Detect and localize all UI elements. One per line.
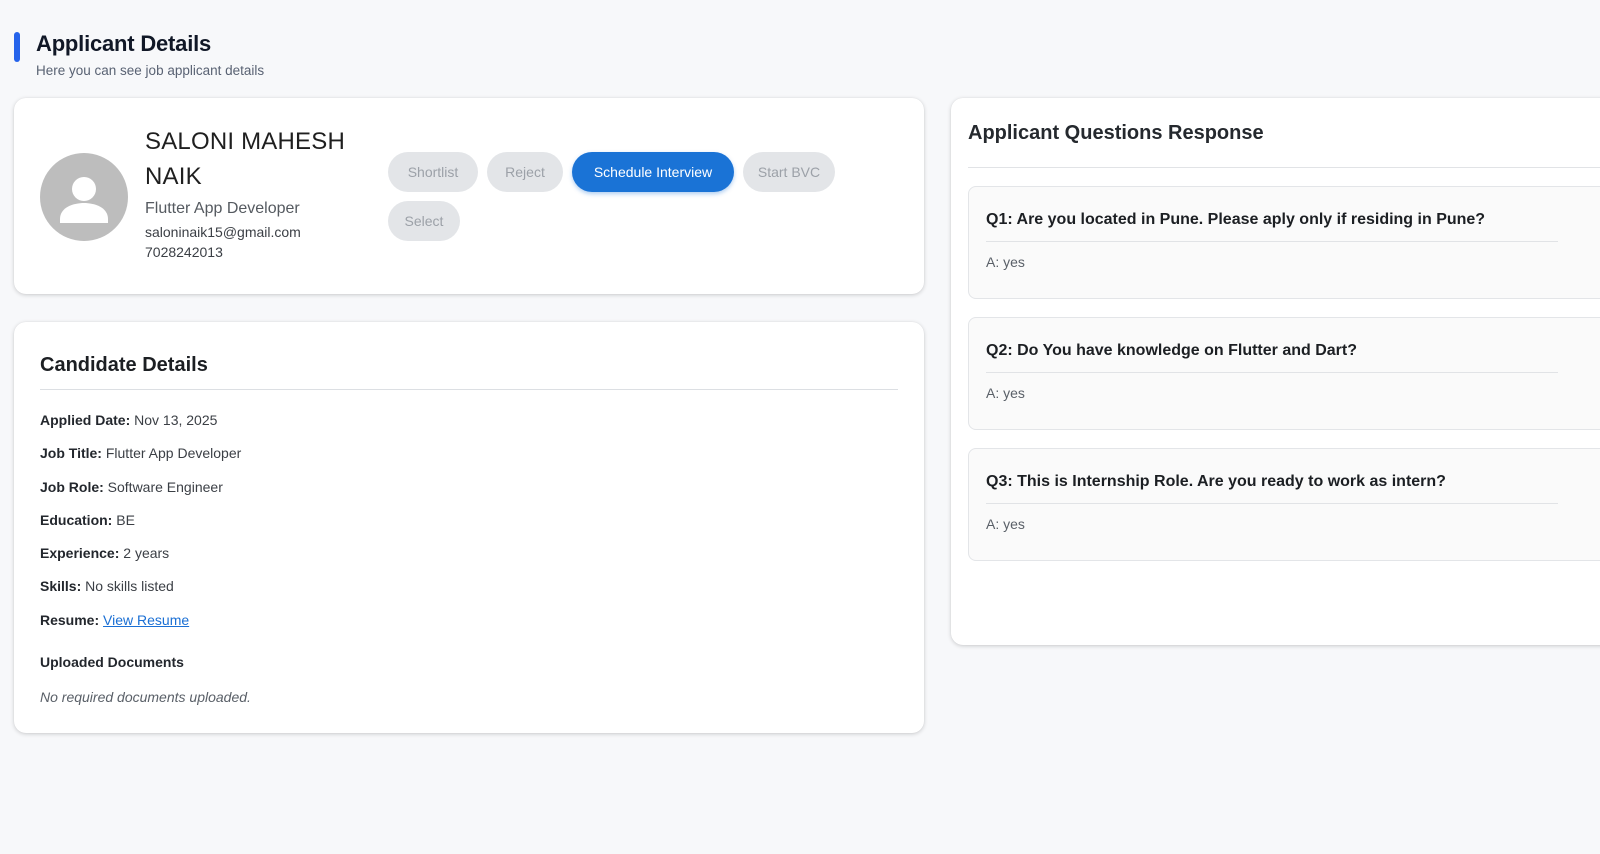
page-title: Applicant Details — [36, 31, 212, 56]
schedule-interview-button[interactable]: Schedule Interview — [572, 152, 734, 192]
page-subtitle: Here you can see job applicant details — [36, 63, 265, 78]
header-accent-bar — [14, 32, 20, 62]
view-resume-link[interactable]: View Resume — [103, 612, 189, 628]
skills-row: Skills: No skills listed — [40, 578, 174, 594]
field-label: Education: — [40, 512, 113, 528]
answer-text: A: yes — [986, 254, 1025, 270]
select-button[interactable]: Select — [388, 201, 460, 241]
applicant-profile-card: SALONI MAHESH NAIK Flutter App Developer… — [14, 98, 924, 294]
reject-button[interactable]: Reject — [487, 152, 563, 192]
applicant-details-page: Applicant Details Here you can see job a… — [0, 0, 1600, 854]
field-value: BE — [116, 512, 135, 528]
answer-text: A: yes — [986, 516, 1025, 532]
field-value: Flutter App Developer — [105, 445, 242, 461]
person-icon — [60, 177, 108, 223]
questions-heading: Applicant Questions Response — [968, 122, 1264, 144]
shortlist-button[interactable]: Shortlist — [388, 152, 478, 192]
resume-row: Resume: View Resume — [40, 612, 189, 628]
candidate-details-card: Candidate Details Applied Date: Nov 13, … — [14, 322, 924, 733]
job-role-row: Job Role: Software Engineer — [40, 479, 223, 495]
field-label: Skills: — [40, 578, 82, 594]
divider — [986, 241, 1558, 242]
divider — [986, 372, 1558, 373]
field-label: Resume: — [40, 612, 100, 628]
no-documents-message: No required documents uploaded. — [40, 689, 251, 705]
question-text: Q3: This is Internship Role. Are you rea… — [986, 473, 1446, 490]
questions-response-card: Applicant Questions Response Q1: Are you… — [951, 98, 1600, 645]
start-bvc-button[interactable]: Start BVC — [743, 152, 835, 192]
question-item: Q2: Do You have knowledge on Flutter and… — [968, 317, 1600, 430]
applicant-phone: 7028242013 — [145, 244, 223, 260]
question-item: Q1: Are you located in Pune. Please aply… — [968, 186, 1600, 299]
field-label: Job Title: — [40, 445, 102, 461]
question-text: Q1: Are you located in Pune. Please aply… — [986, 211, 1486, 228]
field-label: Experience: — [40, 545, 120, 561]
profile-info: SALONI MAHESH NAIK Flutter App Developer… — [145, 124, 360, 260]
candidate-details-heading: Candidate Details — [40, 354, 208, 376]
avatar — [40, 153, 128, 241]
field-label: Job Role: — [40, 479, 104, 495]
question-text: Q2: Do You have knowledge on Flutter and… — [986, 342, 1357, 359]
divider — [40, 389, 898, 390]
job-title-row: Job Title: Flutter App Developer — [40, 445, 241, 461]
field-value: 2 years — [123, 545, 170, 561]
divider — [986, 503, 1558, 504]
education-row: Education: BE — [40, 512, 135, 528]
field-value: No skills listed — [85, 578, 174, 594]
field-value: Nov 13, 2025 — [134, 412, 218, 428]
applicant-email: saloninaik15@gmail.com — [145, 224, 301, 240]
answer-text: A: yes — [986, 385, 1025, 401]
uploaded-documents-heading: Uploaded Documents — [40, 654, 184, 670]
field-label: Applied Date: — [40, 412, 131, 428]
question-item: Q3: This is Internship Role. Are you rea… — [968, 448, 1600, 561]
field-value: Software Engineer — [107, 479, 223, 495]
divider — [968, 167, 1600, 168]
experience-row: Experience: 2 years — [40, 545, 169, 561]
applied-date-row: Applied Date: Nov 13, 2025 — [40, 412, 217, 428]
applicant-role: Flutter App Developer — [145, 200, 300, 217]
applicant-name: SALONI MAHESH NAIK — [145, 128, 345, 190]
